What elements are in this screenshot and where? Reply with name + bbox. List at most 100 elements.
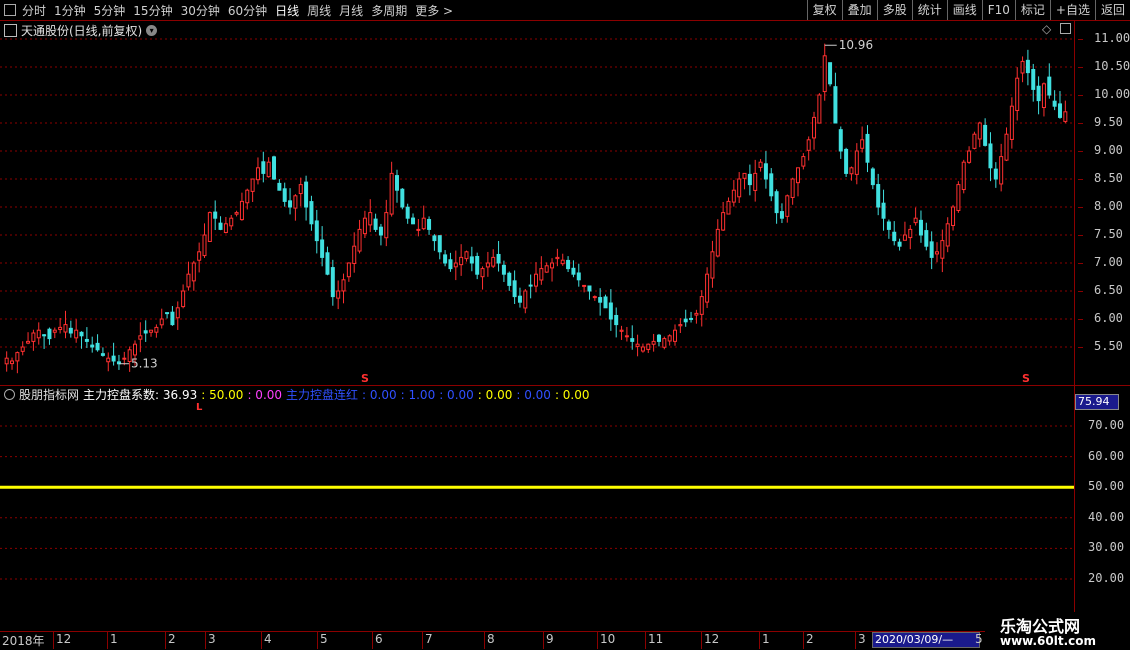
price-tickmark-1 xyxy=(1078,67,1083,68)
period-tab-5[interactable]: 60分钟 xyxy=(228,2,267,19)
period-tab-8[interactable]: 月线 xyxy=(339,2,363,19)
period-tab-4[interactable]: 30分钟 xyxy=(181,2,220,19)
candle-144 xyxy=(774,189,779,224)
candle-73 xyxy=(394,169,399,203)
candle-53 xyxy=(288,188,293,215)
candle-150 xyxy=(806,136,811,161)
cursor-date: 2020/03/09/— xyxy=(872,632,980,648)
candle-115 xyxy=(619,325,624,340)
period-tab-7[interactable]: 周线 xyxy=(307,2,331,19)
candle-167 xyxy=(897,238,902,251)
candle-148 xyxy=(795,167,800,197)
candle-1 xyxy=(10,357,15,370)
candle-63 xyxy=(341,273,346,304)
candle-192 xyxy=(1031,63,1036,102)
candle-6 xyxy=(36,322,41,345)
candle-45 xyxy=(245,188,250,210)
month-tick-2 xyxy=(165,631,166,649)
candle-100 xyxy=(539,256,544,285)
candle-32 xyxy=(175,301,180,330)
candle-178 xyxy=(956,181,961,213)
candle-88 xyxy=(475,252,480,280)
candle-123 xyxy=(662,336,667,350)
candle-70 xyxy=(378,223,383,246)
function-button-0[interactable]: 复权 xyxy=(806,0,842,20)
candle-51 xyxy=(277,179,282,191)
period-tab-0[interactable]: 分时 xyxy=(22,2,46,19)
price-tick-2: 10.00 xyxy=(1094,87,1130,101)
price-tick-6: 8.00 xyxy=(1094,199,1123,213)
indicator-tick-4: 30.00 xyxy=(1088,540,1125,555)
month-label-4: 4 xyxy=(264,632,272,646)
candle-92 xyxy=(496,241,501,272)
candle-50 xyxy=(272,155,277,180)
period-tab-9[interactable]: 多周期 xyxy=(371,2,407,19)
candle-61 xyxy=(330,259,335,306)
candle-93 xyxy=(501,260,506,282)
candle-136 xyxy=(731,180,736,207)
candle-47 xyxy=(255,157,260,185)
candle-117 xyxy=(630,325,635,350)
indicator-chart[interactable] xyxy=(0,386,1075,631)
candle-153 xyxy=(822,43,827,101)
candle-5 xyxy=(31,329,36,351)
candle-142 xyxy=(763,151,768,189)
candle-94 xyxy=(507,271,512,291)
candle-42 xyxy=(229,214,234,230)
candle-110 xyxy=(592,295,597,301)
candle-103 xyxy=(555,248,560,267)
period-tab-1[interactable]: 1分钟 xyxy=(54,2,86,19)
candle-159 xyxy=(854,143,859,185)
candle-37 xyxy=(202,223,207,258)
candle-179 xyxy=(961,159,966,194)
month-label-6: 6 xyxy=(375,632,383,646)
candle-166 xyxy=(892,221,897,246)
period-tab-6[interactable]: 日线 xyxy=(275,2,299,19)
candle-99 xyxy=(534,262,538,293)
month-label-7: 7 xyxy=(425,632,433,646)
menu-toggle-icon[interactable] xyxy=(4,4,16,16)
candle-33 xyxy=(181,284,186,309)
price-tick-8: 7.00 xyxy=(1094,255,1123,269)
watermark-url: www.60lt.com xyxy=(1000,634,1097,648)
candle-10 xyxy=(58,317,63,334)
candle-126 xyxy=(678,318,683,333)
function-button-8[interactable]: 返回 xyxy=(1094,0,1130,20)
candle-109 xyxy=(587,285,592,300)
candle-52 xyxy=(282,182,287,207)
candle-168 xyxy=(902,221,907,241)
sell-signal-1: S xyxy=(1022,372,1030,385)
price-tickmark-10 xyxy=(1078,319,1083,320)
candle-48 xyxy=(261,151,266,183)
price-tickmark-7 xyxy=(1078,235,1083,236)
month-label-2: 2 xyxy=(168,632,176,646)
function-button-4[interactable]: 画线 xyxy=(946,0,982,20)
candle-193 xyxy=(1036,76,1041,115)
function-button-5[interactable]: F10 xyxy=(981,0,1015,20)
function-button-1[interactable]: 叠加 xyxy=(841,0,877,20)
candle-189 xyxy=(1015,67,1020,121)
candle-36 xyxy=(197,242,202,273)
function-button-2[interactable]: 多股 xyxy=(876,0,912,20)
candle-68 xyxy=(368,199,373,233)
function-button-3[interactable]: 统计 xyxy=(911,0,947,20)
candle-171 xyxy=(918,210,923,243)
period-tabs: 分时 1分钟 5分钟 15分钟 30分钟 60分钟 日线 周线 月线 多周期 更多 > xyxy=(0,0,461,20)
candle-163 xyxy=(876,173,881,216)
candle-80 xyxy=(432,234,437,251)
candle-113 xyxy=(608,289,613,331)
period-tab-3[interactable]: 15分钟 xyxy=(133,2,172,19)
indicator-tick-3: 40.00 xyxy=(1088,509,1125,524)
candlestick-chart[interactable]: 10.96 5.13 S S xyxy=(0,20,1075,385)
candle-64 xyxy=(346,262,351,282)
candle-30 xyxy=(165,312,170,319)
month-label-0: 12 xyxy=(56,632,72,646)
period-tab-2[interactable]: 5分钟 xyxy=(94,2,126,19)
candle-90 xyxy=(485,251,490,277)
candle-151 xyxy=(812,111,817,150)
period-tab-10[interactable]: 更多 > xyxy=(415,2,453,19)
month-label-3: 3 xyxy=(208,632,216,646)
candle-69 xyxy=(373,213,378,232)
function-button-6[interactable]: 标记 xyxy=(1014,0,1050,20)
function-button-7[interactable]: +自选 xyxy=(1049,0,1095,20)
